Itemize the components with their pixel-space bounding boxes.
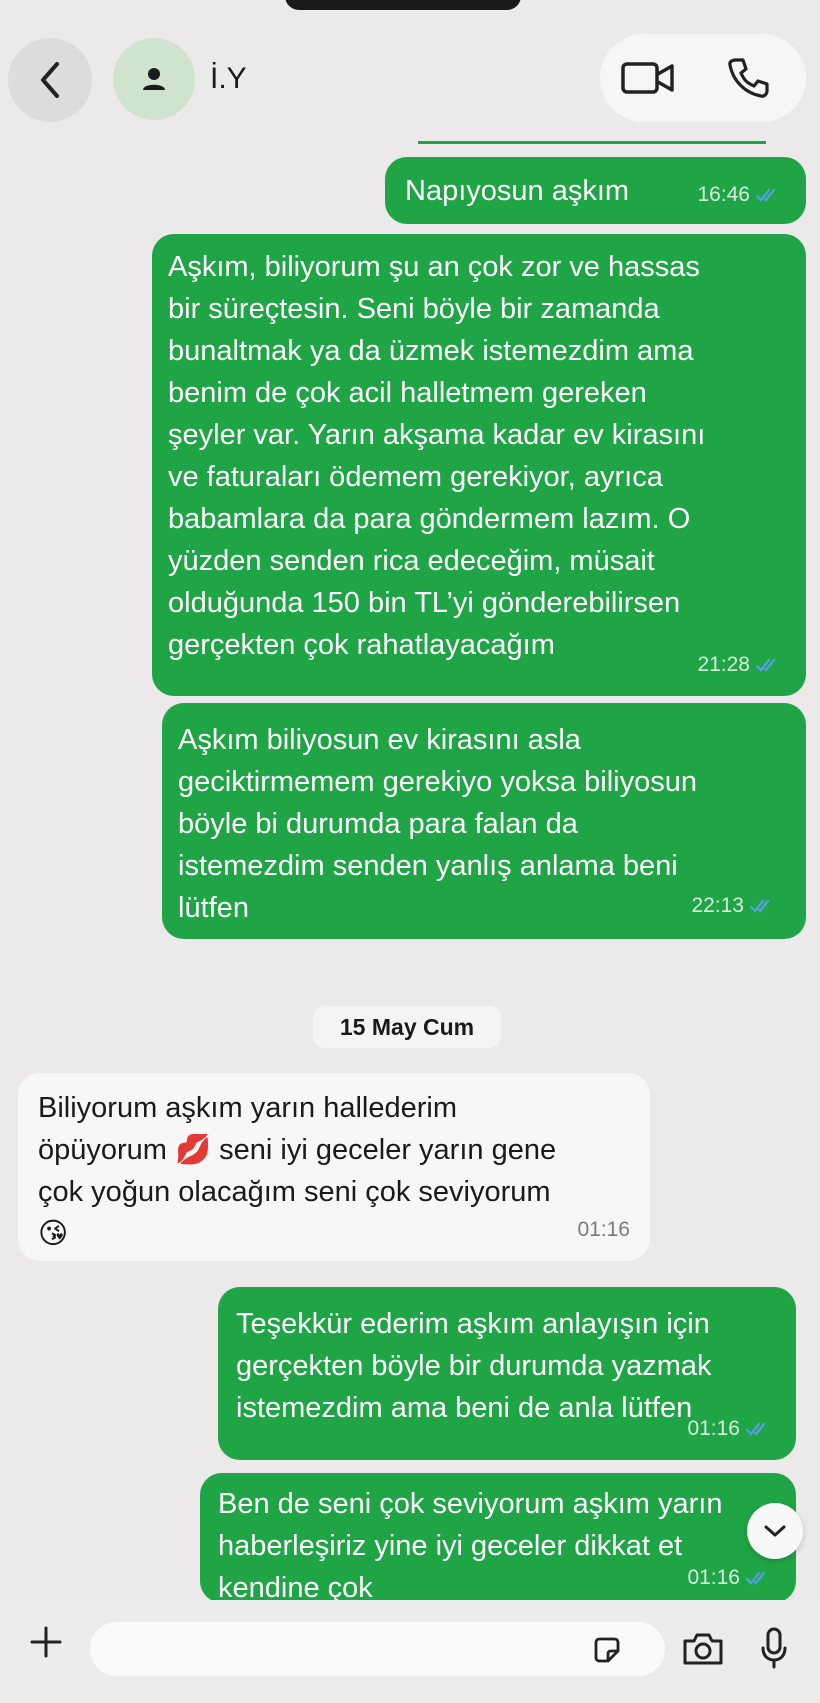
message-time: 16:46 [697, 183, 750, 206]
message-meta: 01:16 [577, 1209, 630, 1251]
message-bubble[interactable]: Teşekkür ederim aşkım anlayışın için ger… [218, 1287, 796, 1460]
voice-call-button[interactable] [720, 52, 776, 104]
message-composer [0, 1600, 820, 1703]
camera-button[interactable] [678, 1626, 728, 1672]
date-separator: 15 May Cum [313, 1006, 501, 1048]
read-receipt-icon [746, 1422, 766, 1436]
video-call-button[interactable] [618, 54, 678, 102]
attach-button[interactable] [20, 1616, 72, 1668]
message-meta: 22:13 [691, 885, 778, 927]
message-bubble[interactable]: Aşkım biliyosun ev kirasını asla gecikti… [162, 703, 806, 939]
chevron-left-icon [41, 62, 59, 98]
read-receipt-icon [756, 658, 776, 672]
message-time: 01:16 [687, 1417, 740, 1440]
microphone-icon [761, 1627, 787, 1669]
message-time: 21:28 [697, 653, 750, 676]
message-meta: 16:46 [697, 174, 784, 216]
message-meta: 01:16 [687, 1408, 774, 1450]
message-text: Aşkım, biliyorum şu an çok zor ve hassas… [168, 251, 706, 661]
message-time: 22:13 [691, 894, 744, 917]
chat-header: İ.Y [0, 0, 820, 140]
sticker-button[interactable] [585, 1628, 629, 1672]
read-receipt-icon [746, 1571, 766, 1585]
contact-avatar[interactable] [113, 38, 195, 120]
message-meta: 21:28 [697, 644, 784, 686]
message-time: 01:16 [577, 1218, 630, 1241]
voice-message-button[interactable] [752, 1620, 796, 1676]
message-time: 01:16 [687, 1566, 740, 1589]
message-text: Biliyorum aşkım yarın hallederim öpüyoru… [38, 1092, 557, 1250]
message-bubble[interactable]: Ben de seni çok seviyorum aşkım yarın ha… [200, 1473, 796, 1604]
message-bubble[interactable]: Aşkım, biliyorum şu an çok zor ve hassas… [152, 234, 806, 696]
header-divider [418, 141, 766, 144]
read-receipt-icon [756, 188, 776, 202]
sticker-icon [594, 1637, 620, 1663]
message-input[interactable] [90, 1622, 665, 1676]
camera-icon [683, 1633, 723, 1665]
message-bubble[interactable]: Napıyosun aşkım 16:46 [385, 157, 806, 224]
contact-name[interactable]: İ.Y [210, 62, 247, 96]
scroll-to-bottom-button[interactable] [747, 1503, 803, 1559]
plus-icon [30, 1626, 62, 1658]
person-icon [143, 68, 165, 90]
call-actions [600, 34, 806, 122]
read-receipt-icon [750, 899, 770, 913]
back-button[interactable] [8, 38, 92, 122]
video-camera-icon [621, 62, 674, 94]
phone-icon [728, 58, 769, 98]
message-bubble[interactable]: Biliyorum aşkım yarın hallederim öpüyoru… [18, 1073, 650, 1261]
chevron-down-icon [764, 1525, 786, 1537]
message-meta: 01:16 [687, 1557, 774, 1599]
